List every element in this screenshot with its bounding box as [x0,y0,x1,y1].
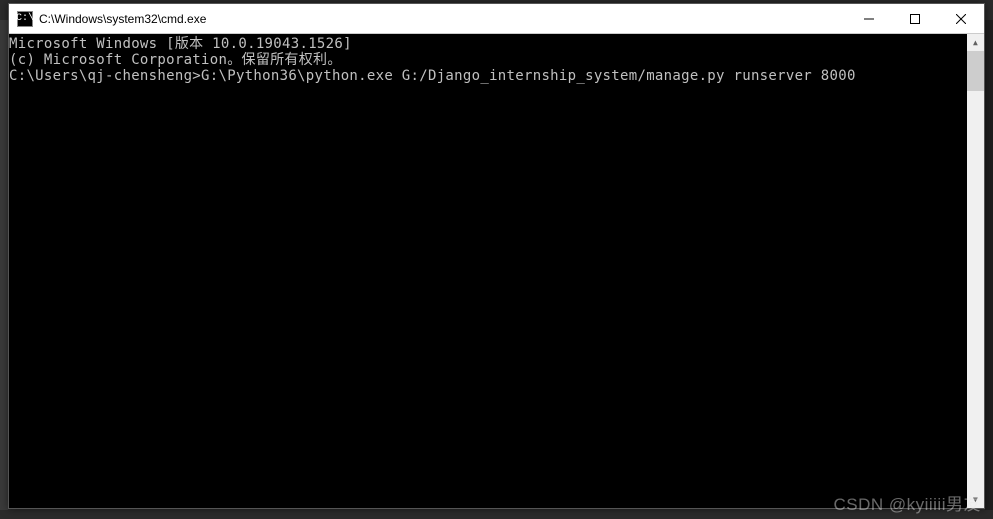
titlebar[interactable]: C:\ C:\Windows\system32\cmd.exe [9,4,984,34]
console-line-command: C:\Users\qj-chensheng>G:\Python36\python… [9,68,984,84]
minimize-icon [864,14,874,24]
close-icon [956,14,966,24]
cmd-icon: C:\ [17,11,33,27]
window-title: C:\Windows\system32\cmd.exe [39,12,846,26]
console-line-copyright: (c) Microsoft Corporation。保留所有权利。 [9,52,984,68]
cmd-window: C:\ C:\Windows\system32\cmd.exe Microsof… [8,3,985,509]
console-area[interactable]: Microsoft Windows [版本 10.0.19043.1526] (… [9,34,984,508]
scrollbar[interactable]: ▲ ▼ [967,34,984,508]
minimize-button[interactable] [846,4,892,33]
background-right-strip [985,20,993,510]
titlebar-buttons [846,4,984,33]
scroll-up-button[interactable]: ▲ [967,34,984,51]
watermark-text: CSDN @kyiiiii男友 [833,490,981,515]
maximize-icon [910,14,920,24]
background-left-strip [0,20,8,510]
console-line-version: Microsoft Windows [版本 10.0.19043.1526] [9,36,984,52]
scroll-thumb[interactable] [967,51,984,91]
maximize-button[interactable] [892,4,938,33]
close-button[interactable] [938,4,984,33]
